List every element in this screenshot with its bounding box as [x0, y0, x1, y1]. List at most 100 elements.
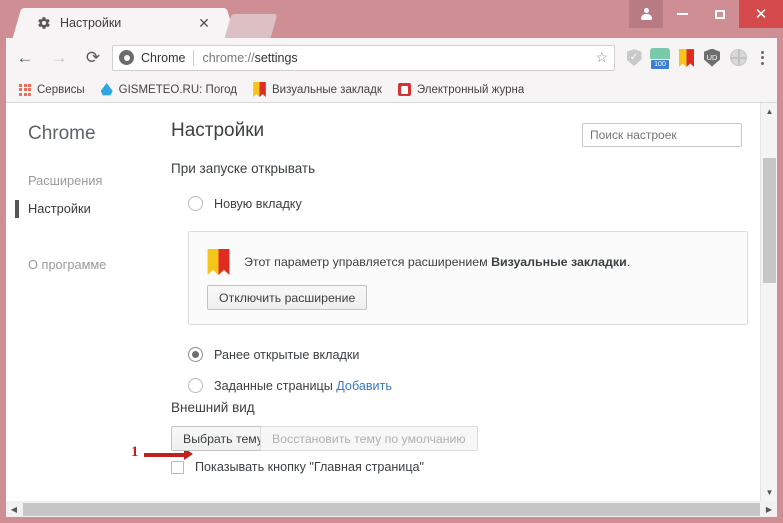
forward-button: → — [50, 47, 68, 67]
sidebar-item-settings[interactable]: Настройки — [15, 195, 154, 223]
browser-window: Настройки ✕ ✕ ← → ⟳ Chrome chrome://sett… — [0, 0, 783, 523]
back-button[interactable]: ← — [10, 43, 40, 73]
notice-extension-name: Визуальные закладки — [491, 255, 627, 269]
gear-icon — [36, 15, 52, 31]
dot — [760, 50, 764, 54]
notice-text: Этот параметр управляется расширением Ви… — [244, 255, 630, 269]
horizontal-scroll-thumb[interactable] — [23, 502, 760, 516]
notice-text-after: . — [626, 255, 631, 269]
ud-shield-icon[interactable]: UD — [699, 43, 725, 73]
radio-label: Заданные страницы Добавить — [214, 379, 392, 393]
address-bar[interactable]: Chrome chrome://settings ☆ — [112, 44, 615, 71]
omnibox-url-scheme: chrome:// — [202, 50, 255, 65]
globe-shape — [729, 49, 747, 66]
horizontal-scrollbar[interactable]: ◀ ▶ — [6, 501, 777, 517]
appearance-section-heading: Внешний вид — [171, 400, 255, 415]
radio-new-tab[interactable] — [188, 196, 203, 211]
close-icon: ✕ — [754, 5, 768, 23]
settings-page: Chrome Расширения Настройки О программе … — [6, 103, 777, 501]
counter-badge: 100 — [651, 59, 669, 69]
sidebar-item-extensions[interactable]: Расширения — [28, 167, 154, 195]
scroll-up-arrow[interactable]: ▲ — [761, 103, 777, 120]
bookmark-item-visual-bookmarks[interactable]: Визуальные закладк — [250, 80, 385, 100]
globe-icon[interactable] — [725, 43, 751, 73]
scroll-right-arrow[interactable]: ▶ — [761, 501, 777, 517]
scroll-left-arrow[interactable]: ◀ — [6, 501, 22, 517]
disable-extension-button[interactable]: Отключить расширение — [207, 285, 368, 310]
omnibox-divider — [193, 49, 195, 66]
window-controls: ✕ — [629, 0, 783, 28]
dot — [760, 56, 764, 59]
vertical-scrollbar[interactable]: ▲ ▼ — [760, 103, 777, 501]
search-input[interactable] — [582, 123, 742, 147]
scroll-down-arrow[interactable]: ▼ — [761, 484, 777, 501]
green-counter-icon[interactable]: 100 — [647, 43, 673, 73]
bookmark-flag-icon[interactable] — [673, 43, 699, 73]
bookmark-label: Визуальные закладк — [272, 83, 382, 96]
window-frame-right — [777, 38, 783, 523]
radio-row-continue-session[interactable]: Ранее открытые вкладки — [188, 347, 359, 362]
bookmark-flag-icon — [207, 249, 230, 275]
sidebar-item-about[interactable]: О программе — [28, 251, 154, 279]
radio-row-new-tab[interactable]: Новую вкладку — [188, 196, 302, 211]
reload-button[interactable]: ⟳ — [78, 43, 108, 73]
tab-label: Настройки — [60, 16, 122, 30]
bookmarks-bar: Сервисы GISMETEO.RU: Погод Визуальные за… — [6, 77, 777, 103]
kebab-menu-icon[interactable] — [751, 43, 773, 73]
bookmark-label: Электронный журна — [416, 83, 525, 96]
chrome-logo-icon — [119, 50, 134, 65]
maximize-icon — [715, 9, 725, 19]
show-home-button-row[interactable]: Показывать кнопку "Главная страница" — [171, 460, 424, 474]
browser-toolbar: ← → ⟳ Chrome chrome://settings ☆ ✓ 100 U… — [6, 38, 777, 77]
bookmark-flag-icon — [253, 82, 266, 97]
settings-pane: Настройки При запуске открывать Новую вк… — [131, 103, 754, 501]
radio-label: Ранее открытые вкладки — [214, 347, 360, 362]
new-tab-button[interactable] — [224, 14, 278, 38]
notice-row: Этот параметр управляется расширением Ви… — [207, 249, 630, 275]
notice-text-before: Этот параметр управляется расширением — [244, 255, 492, 269]
dot — [760, 61, 764, 65]
close-window-button[interactable]: ✕ — [739, 0, 783, 28]
profile-icon[interactable] — [629, 0, 663, 28]
omnibox-url: chrome://settings — [202, 51, 297, 65]
window-frame-bottom — [0, 517, 783, 523]
tab-settings[interactable]: Настройки ✕ — [26, 8, 222, 38]
counter-top — [650, 47, 670, 59]
minimize-button[interactable] — [663, 0, 701, 28]
minimize-icon — [676, 13, 688, 15]
radio-label-text: Заданные страницы — [214, 378, 333, 393]
show-home-button-checkbox[interactable] — [171, 460, 184, 474]
water-drop-icon — [100, 83, 113, 96]
counter-shape: 100 — [650, 47, 670, 69]
vertical-scroll-thumb[interactable] — [763, 158, 776, 283]
radio-row-specific-pages[interactable]: Заданные страницы Добавить — [188, 378, 392, 393]
omnibox-url-path: settings — [254, 50, 298, 65]
bookmark-item-services[interactable]: Сервисы — [16, 80, 88, 100]
omnibox-brand: Chrome — [141, 50, 186, 65]
window-frame-left — [0, 38, 6, 523]
radio-continue-session[interactable] — [188, 347, 203, 362]
annotation-number-1: 1 — [131, 444, 139, 460]
bookmark-item-journal[interactable]: Электронный журна — [395, 80, 527, 100]
check-glyph: ✓ — [629, 51, 639, 63]
extension-notice-box: Этот параметр управляется расширением Ви… — [188, 231, 748, 325]
add-pages-link[interactable]: Добавить — [336, 379, 392, 393]
apps-grid-icon — [19, 83, 31, 96]
radio-label: Новую вкладку — [214, 196, 302, 211]
shield-check-icon[interactable]: ✓ — [621, 43, 647, 73]
reset-theme-button: Восстановить тему по умолчанию — [260, 426, 478, 451]
bookmark-item-gismeteo[interactable]: GISMETEO.RU: Погод — [98, 80, 240, 100]
page-title: Настройки — [171, 120, 265, 141]
radio-specific-pages[interactable] — [188, 378, 203, 393]
bookmark-label: Сервисы — [37, 83, 85, 96]
tab-strip: Настройки ✕ ✕ — [0, 0, 783, 38]
startup-section-heading: При запуске открывать — [171, 161, 316, 176]
bookmark-star-icon[interactable]: ☆ — [595, 49, 608, 66]
close-icon[interactable]: ✕ — [196, 15, 212, 31]
annotation-arrow-line — [144, 453, 188, 457]
ud-shield-shape: UD — [704, 48, 720, 67]
settings-sidebar: Chrome Расширения Настройки О программе — [6, 103, 154, 501]
checkbox-label: Показывать кнопку "Главная страница" — [195, 460, 425, 474]
bookmark-label: GISMETEO.RU: Погод — [118, 83, 238, 96]
maximize-button[interactable] — [701, 0, 739, 28]
